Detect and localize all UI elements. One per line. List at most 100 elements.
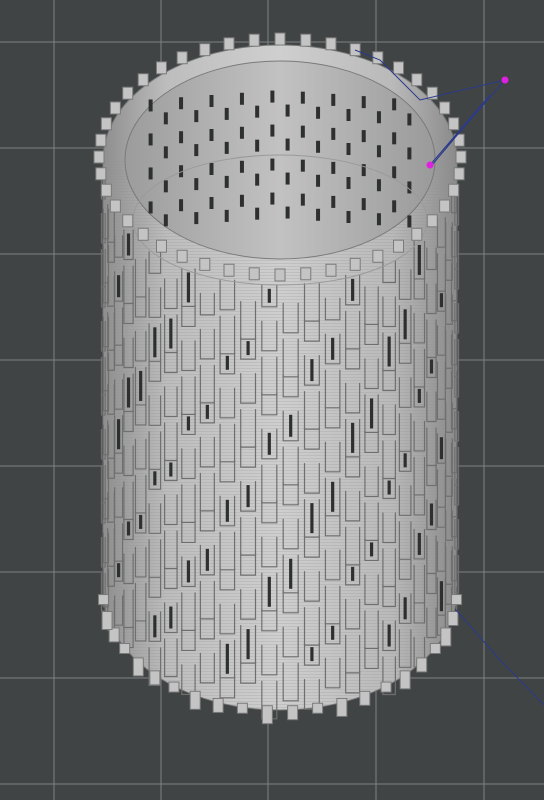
inner-wall-hole xyxy=(270,158,275,171)
rim-tooth xyxy=(93,150,105,164)
inner-wall-hole xyxy=(148,133,153,146)
inner-wall-hole xyxy=(163,146,168,159)
inner-wall-hole xyxy=(194,110,199,123)
perforated-cylinder-model[interactable] xyxy=(93,32,467,725)
inner-wall-hole xyxy=(224,209,229,222)
inner-wall-hole xyxy=(376,145,381,158)
rim-tooth xyxy=(122,214,134,228)
wall-hole xyxy=(153,615,157,638)
wall-hole xyxy=(246,341,250,356)
wall-hole xyxy=(417,244,421,275)
inner-wall-hole xyxy=(255,105,260,118)
wall-hole xyxy=(139,370,143,401)
wall-hole xyxy=(205,548,209,571)
bottom-tooth xyxy=(132,657,144,677)
inner-wall-hole xyxy=(285,104,290,117)
inner-wall-hole xyxy=(285,206,290,219)
wall-hole xyxy=(331,337,335,360)
wall-hole xyxy=(289,558,293,589)
inner-wall-hole xyxy=(209,129,214,141)
rim-tooth xyxy=(411,227,423,241)
wall-hole xyxy=(225,643,229,674)
inner-wall-hole xyxy=(331,93,336,106)
inner-wall-hole xyxy=(346,109,351,121)
path-waypoint[interactable] xyxy=(426,161,434,169)
wall-hole xyxy=(186,560,191,583)
inner-wall-hole xyxy=(316,174,321,187)
wall-hole xyxy=(331,481,335,512)
inner-wall-hole xyxy=(285,138,290,151)
rim-tooth xyxy=(95,133,107,147)
inner-wall-hole xyxy=(148,167,153,180)
wall-hole xyxy=(439,437,444,460)
inner-wall-hole xyxy=(148,201,153,214)
inner-wall-hole xyxy=(270,192,275,205)
wall-hole xyxy=(169,318,173,349)
wall-hole xyxy=(417,388,421,403)
rim-tooth xyxy=(122,86,134,100)
bottom-tooth xyxy=(416,657,428,673)
inner-wall-hole xyxy=(316,106,321,119)
inner-wall-hole xyxy=(179,97,184,110)
inner-wall-hole xyxy=(239,194,244,207)
inner-wall-hole xyxy=(392,132,397,145)
inner-wall-hole xyxy=(194,144,199,157)
inner-wall-hole xyxy=(239,160,244,173)
wall-hole xyxy=(310,647,314,662)
path-waypoint[interactable] xyxy=(501,76,509,84)
wall-hole xyxy=(267,288,271,303)
rim-tooth xyxy=(223,263,235,277)
inner-wall-hole xyxy=(179,199,184,212)
inner-wall-hole xyxy=(300,193,305,206)
inner-wall-hole xyxy=(270,124,275,137)
inner-wall-hole xyxy=(148,99,153,112)
bottom-tooth xyxy=(380,681,392,693)
viewport-scene[interactable] xyxy=(0,0,544,800)
wall-hole xyxy=(126,377,131,408)
rim-tooth xyxy=(325,263,337,277)
rim-tooth xyxy=(176,51,188,65)
wall-hole xyxy=(417,532,421,555)
inner-wall-hole xyxy=(209,95,214,107)
bottom-tooth xyxy=(312,702,324,714)
rim-tooth xyxy=(223,37,235,51)
bottom-tooth xyxy=(236,702,248,714)
3d-viewport[interactable] xyxy=(0,0,544,800)
rim-tooth xyxy=(300,267,312,281)
bottom-tooth xyxy=(359,690,371,706)
wall-hole xyxy=(116,419,121,450)
wall-hole xyxy=(246,485,250,508)
rim-tooth xyxy=(100,183,112,197)
wall-hole xyxy=(439,581,444,612)
inner-wall-hole xyxy=(270,90,275,103)
wall-hole xyxy=(205,404,209,419)
rim-tooth xyxy=(95,167,107,181)
rim-tooth xyxy=(155,61,167,75)
wall-hole xyxy=(403,453,407,468)
inner-wall-hole xyxy=(346,211,351,223)
wall-hole xyxy=(351,566,355,581)
wall-hole xyxy=(403,597,407,620)
rim-tooth xyxy=(248,267,260,281)
inner-wall-hole xyxy=(163,214,168,227)
bottom-tooth xyxy=(261,705,273,725)
rim-tooth xyxy=(137,227,149,241)
inner-wall-hole xyxy=(300,91,305,104)
wall-hole xyxy=(403,309,407,340)
rim-tooth xyxy=(300,33,312,47)
inner-wall-hole xyxy=(239,126,244,139)
rim-tooth xyxy=(448,117,460,131)
inner-wall-hole xyxy=(376,111,381,124)
rim-tooth xyxy=(100,117,112,131)
inner-wall-hole xyxy=(407,113,412,126)
inner-wall-hole xyxy=(392,166,397,179)
wall-hole xyxy=(331,625,335,640)
wall-hole xyxy=(387,480,391,495)
wall-hole xyxy=(186,272,191,303)
inner-wall-hole xyxy=(331,127,336,140)
bottom-tooth xyxy=(108,627,120,643)
inner-wall-hole xyxy=(407,215,412,228)
bottom-tooth xyxy=(168,681,180,693)
rim-tooth xyxy=(411,73,423,87)
wall-hole xyxy=(387,336,391,367)
